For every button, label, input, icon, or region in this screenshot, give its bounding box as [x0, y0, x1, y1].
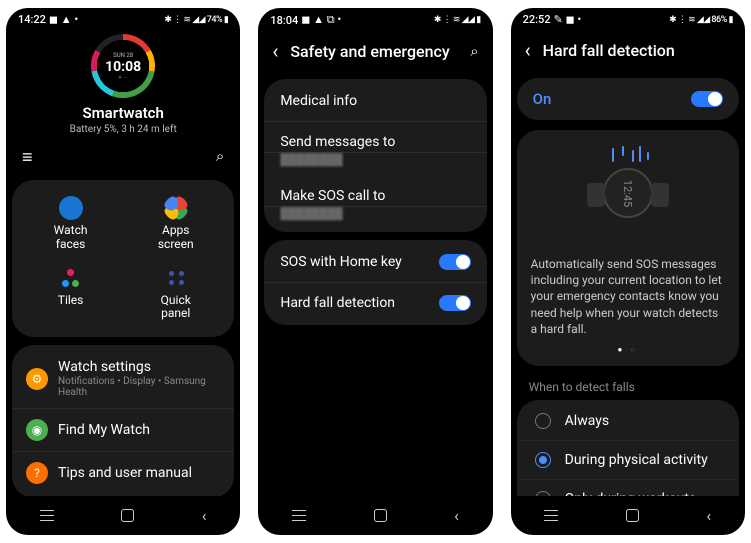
status-icons-left: ✎ ◼ • — [554, 13, 582, 26]
tips-item[interactable]: ? Tips and user manual — [12, 452, 234, 494]
status-icons-right: ✱ ⋮ ≋ ◢◢ ▮ — [434, 15, 481, 25]
status-icons-left: ◼ ▲ ⧉ • — [301, 13, 341, 27]
status-time: 22:52 — [523, 13, 551, 26]
on-label: On — [533, 90, 552, 108]
hard-fall-detection-screen: 22:52 ✎ ◼ • ✱ ⋮ ≋ ◢◢ 86% ▮ ‹ Hard fall d… — [511, 8, 745, 535]
location-icon: ◉ — [26, 419, 48, 441]
nav-home-icon[interactable] — [121, 509, 134, 522]
make-sos-call-item[interactable]: Make SOS call to — [264, 176, 486, 207]
quick-panel-button[interactable]: Quick panel — [123, 262, 228, 326]
page-title: Safety and emergency — [290, 42, 458, 61]
status-bar: 14:22 ◼ ▲ • ✱ ⋮ ≋ ◢◢ 74% ▮ — [6, 8, 240, 28]
safety-emergency-screen: 18:04 ◼ ▲ ⧉ • ✱ ⋮ ≋ ◢◢ ▮ ‹ Safety and em… — [258, 8, 492, 535]
info-icon: ? — [26, 462, 48, 484]
nav-bar: ‹ — [511, 496, 745, 535]
hard-fall-detection-item[interactable]: Hard fall detection — [264, 283, 486, 323]
radio-checked-icon — [535, 452, 551, 468]
nav-bar: ‹ — [258, 496, 492, 535]
watchface-sub: ☀ ⋯ — [118, 75, 129, 81]
option-during-activity[interactable]: During physical activity — [517, 441, 739, 480]
grid-icon — [164, 266, 188, 290]
nav-recent-icon[interactable] — [544, 515, 558, 517]
sos-home-key-item[interactable]: SOS with Home key — [264, 242, 486, 283]
master-toggle-row[interactable]: On — [517, 78, 739, 120]
watch-face-preview[interactable]: SUN 28 10:08 ☀ ⋯ — [91, 34, 155, 98]
info-card: 12:45 Automatically send SOS messages in… — [517, 130, 739, 366]
contact-redacted: ████████ — [264, 207, 486, 230]
status-icons-right: ✱ ⋮ ≋ ◢◢ 74% ▮ — [164, 15, 228, 25]
clock-icon — [59, 196, 83, 220]
status-icons-left: ◼ ▲ • — [49, 13, 78, 26]
radio-unchecked-icon — [535, 413, 551, 429]
battery-status: Battery 5%, 3 h 24 m left — [6, 124, 240, 135]
status-time: 18:04 — [270, 14, 298, 27]
nav-back-icon[interactable]: ‹ — [706, 506, 711, 525]
menu-icon[interactable]: ≡ — [22, 147, 33, 168]
search-icon[interactable]: ⌕ — [216, 147, 224, 168]
nav-home-icon[interactable] — [626, 509, 639, 522]
apps-screen-button[interactable]: Apps screen — [123, 192, 228, 256]
nav-bar: ‹ — [6, 496, 240, 535]
pager-dots[interactable]: ● ○ — [531, 345, 725, 354]
status-bar: 18:04 ◼ ▲ ⧉ • ✱ ⋮ ≋ ◢◢ ▮ — [258, 8, 492, 29]
nav-recent-icon[interactable] — [40, 515, 54, 517]
device-name: Smartwatch — [6, 104, 240, 122]
back-icon[interactable]: ‹ — [525, 38, 531, 62]
status-time: 14:22 — [18, 13, 46, 26]
tiles-icon — [59, 266, 83, 290]
nav-home-icon[interactable] — [374, 509, 387, 522]
toggle-on[interactable] — [691, 91, 723, 107]
description-text: Automatically send SOS messages includin… — [531, 256, 725, 337]
nav-recent-icon[interactable] — [292, 515, 306, 517]
tiles-button[interactable]: Tiles — [18, 262, 123, 326]
contact-redacted: ████████ — [264, 153, 486, 176]
radio-unchecked-icon — [535, 491, 551, 496]
apps-icon — [164, 196, 188, 220]
wearable-app-screen: 14:22 ◼ ▲ • ✱ ⋮ ≋ ◢◢ 74% ▮ SUN 28 10:08 … — [6, 8, 240, 535]
toggle-on[interactable] — [439, 295, 471, 311]
watch-illustration: 12:45 — [531, 146, 725, 242]
search-icon[interactable]: ⌕ — [470, 42, 478, 60]
back-icon[interactable]: ‹ — [272, 39, 278, 63]
medical-info-item[interactable]: Medical info — [264, 81, 486, 122]
nav-back-icon[interactable]: ‹ — [202, 506, 207, 525]
watch-faces-button[interactable]: Watch faces — [18, 192, 123, 256]
send-messages-item[interactable]: Send messages to — [264, 122, 486, 153]
toggle-on[interactable] — [439, 254, 471, 270]
watch-icon: 12:45 — [603, 168, 653, 218]
gear-icon: ⚙ — [26, 368, 48, 390]
status-bar: 22:52 ✎ ◼ • ✱ ⋮ ≋ ◢◢ 86% ▮ — [511, 8, 745, 28]
option-only-workouts[interactable]: Only during workouts — [517, 480, 739, 496]
nav-back-icon[interactable]: ‹ — [454, 506, 459, 525]
status-icons-right: ✱ ⋮ ≋ ◢◢ 86% ▮ — [669, 15, 733, 25]
section-label: When to detect falls — [511, 370, 745, 398]
find-my-watch-item[interactable]: ◉ Find My Watch — [12, 409, 234, 452]
option-always[interactable]: Always — [517, 402, 739, 441]
page-title: Hard fall detection — [543, 41, 731, 60]
watchface-time: 10:08 — [105, 59, 141, 75]
watchface-day: SUN 28 — [113, 52, 133, 59]
watch-settings-item[interactable]: ⚙ Watch settings Notifications • Display… — [12, 349, 234, 409]
